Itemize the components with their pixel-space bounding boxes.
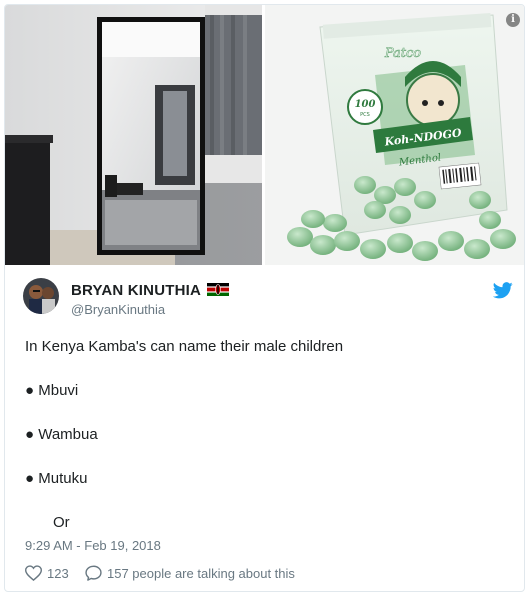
tweet-line: In Kenya Kamba's can name their male chi… [25, 338, 344, 355]
tweet-header: BRYAN KINUTHIA @BryanKinuthia [23, 278, 513, 322]
info-icon[interactable]: i [506, 13, 520, 27]
author-name-text: BRYAN KINUTHIA [71, 282, 202, 299]
list-item: ● Mbuvi [25, 382, 79, 399]
mirror-photo[interactable] [5, 5, 262, 265]
list-item: ● Mutuku [25, 470, 88, 487]
avatar[interactable] [23, 278, 59, 314]
author-handle[interactable]: @BryanKinuthia [71, 302, 165, 317]
tweet-line-or: Or [53, 514, 70, 531]
bag-count-text: 100 [355, 99, 376, 110]
bag-count-unit-text: PCS [360, 112, 370, 118]
reply-button[interactable]: 157 people are talking about this [85, 565, 295, 581]
like-button[interactable]: 123 [25, 565, 69, 581]
reply-count-text: 157 people are talking about this [107, 565, 295, 581]
like-count: 123 [47, 565, 69, 581]
tweet-card[interactable]: 100 PCS Patco Koh-NDOGO Menthol i BRYAN … [4, 4, 525, 592]
tweet-timestamp[interactable]: 9:29 AM - Feb 19, 2018 [25, 538, 161, 553]
twitter-bird-icon[interactable] [493, 282, 513, 299]
heart-icon [25, 565, 42, 581]
list-item: ● Wambua [25, 426, 98, 443]
mint-candy-bag-photo[interactable]: 100 PCS Patco Koh-NDOGO Menthol i [265, 5, 524, 265]
bag-brand-text: Patco [384, 46, 421, 61]
author-name[interactable]: BRYAN KINUTHIA [71, 282, 230, 299]
tweet-media[interactable]: 100 PCS Patco Koh-NDOGO Menthol i [5, 5, 524, 265]
speech-bubble-icon [85, 565, 102, 581]
kenya-flag-icon [207, 283, 230, 296]
